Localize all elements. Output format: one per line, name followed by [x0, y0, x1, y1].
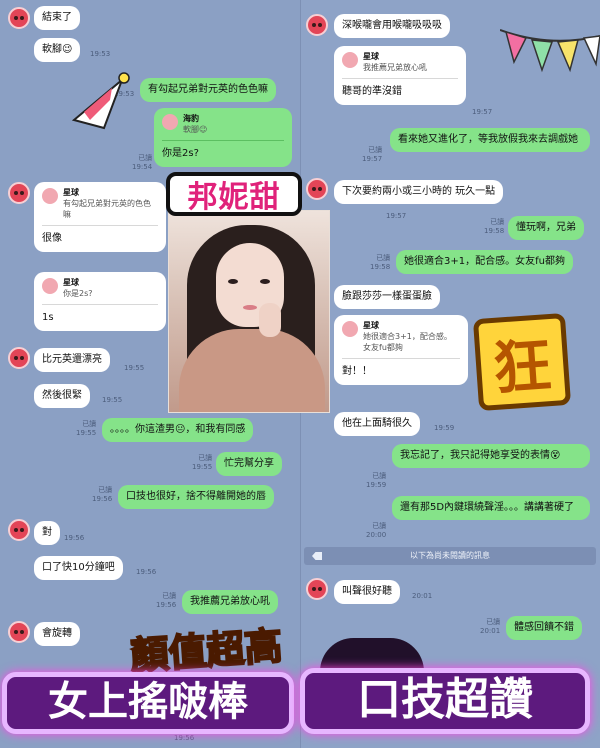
message-bubble[interactable]: 體感回饋不錯: [506, 616, 582, 640]
read-receipt: 已讀 20:00: [366, 522, 387, 539]
quoted-text: 她很適合3+1，配合感。女友fu都夠: [363, 332, 452, 352]
caption-skill: 口技超讚: [300, 668, 590, 734]
reply-bubble[interactable]: 星球我推薦兄弟放心吼 聽哥的準沒錯: [334, 46, 466, 105]
profile-photo: [168, 210, 330, 413]
timestamp: 19:57: [386, 212, 407, 220]
read-receipt: 已讀 19:55: [76, 420, 97, 437]
avatar[interactable]: [306, 578, 328, 600]
read-receipt: 已讀 19:59: [366, 472, 387, 489]
crazy-badge: 狂: [472, 312, 572, 412]
avatar: [42, 188, 58, 204]
read-receipt: 已讀 19:56: [92, 486, 113, 503]
quoted-sender: 星球: [363, 52, 379, 61]
quoted-text: 你是2s?: [63, 289, 93, 298]
quoted-sender: 星球: [363, 321, 379, 330]
message-bubble[interactable]: 忙完幫分享: [216, 452, 282, 476]
quoted-text: 我推薦兄弟放心吼: [363, 63, 427, 72]
avatar: [162, 114, 178, 130]
message-bubble[interactable]: 。。。。你這渣男😐，和我有同感: [102, 418, 254, 442]
quoted-message: 星球你是2s?: [42, 278, 158, 305]
timestamp: 19:55: [124, 364, 145, 372]
message-bubble[interactable]: 比元英還漂亮: [34, 348, 110, 372]
read-receipt: 已讀 19:55: [192, 454, 213, 471]
avatar: [342, 321, 358, 337]
read-receipt: 已讀 19:58: [370, 254, 391, 271]
read-receipt: 已讀 19:56: [156, 592, 177, 609]
timestamp: 19:53: [90, 50, 111, 58]
quoted-message: 海豹軟腳😉: [162, 114, 284, 141]
avatar: [42, 278, 58, 294]
avatar[interactable]: [8, 621, 30, 643]
read-receipt: 已讀 20:01: [480, 618, 501, 635]
message-bubble[interactable]: 懂玩啊，兄弟: [508, 216, 584, 240]
avatar[interactable]: [8, 182, 30, 204]
timestamp: 19:57: [472, 108, 493, 116]
read-receipt: 已讀 19:54: [132, 154, 153, 171]
avatar[interactable]: [8, 519, 30, 541]
message-bubble[interactable]: 口技也很好，捨不得離開她的唇: [118, 485, 274, 509]
message-bubble[interactable]: 還有那5D內鍵環繞聲淫。。。講講著硬了: [392, 496, 590, 520]
message-bubble[interactable]: 然後很緊: [34, 384, 90, 408]
message-bubble[interactable]: 會旋轉: [34, 622, 80, 646]
message-bubble[interactable]: 我忘記了，我只記得她享受的表情😵: [392, 444, 590, 468]
quoted-text: 有勾起兄弟對元英的色色嘛: [63, 199, 151, 219]
quoted-sender: 海豹: [183, 114, 199, 123]
timestamp: 19:56: [174, 734, 195, 742]
avatar[interactable]: [8, 347, 30, 369]
bunting-flags-icon: [500, 29, 600, 73]
message-text: 很像: [42, 233, 62, 244]
timestamp: 19:56: [136, 568, 157, 576]
message-bubble[interactable]: 叫聲很好聽: [334, 580, 400, 604]
avatar[interactable]: [306, 14, 328, 36]
back-arrow-icon[interactable]: [312, 552, 322, 560]
message-bubble[interactable]: 他在上面騎很久: [334, 412, 420, 436]
message-bubble[interactable]: 臉跟莎莎一樣蛋蛋臉: [334, 285, 440, 309]
quoted-message: 星球有勾起兄弟對元英的色色嘛: [42, 188, 158, 226]
timestamp: 20:01: [412, 592, 433, 600]
reply-bubble[interactable]: 海豹軟腳😉 你是2s?: [154, 108, 292, 167]
message-bubble[interactable]: 我推薦兄弟放心吼: [182, 590, 278, 614]
unread-divider-label: 以下為尚未閱讀的訊息: [410, 551, 490, 560]
caption-position: 女上搖啵棒: [2, 672, 294, 734]
message-bubble[interactable]: 有勾起兄弟對元英的色色嘛: [140, 78, 276, 102]
message-bubble[interactable]: 結束了: [34, 6, 80, 30]
message-bubble[interactable]: 深喉嚨會用喉嚨吸吸吸: [334, 14, 450, 38]
message-bubble[interactable]: 下次要約兩小或三小時的 玩久一點: [334, 180, 504, 204]
message-bubble[interactable]: 口了快10分鐘吧: [34, 556, 123, 580]
party-hat-icon: [71, 72, 130, 130]
quoted-sender: 星球: [63, 188, 79, 197]
message-text: 你是2s?: [162, 148, 199, 159]
timestamp: 19:56: [64, 534, 85, 542]
timestamp: 19:59: [434, 424, 455, 432]
quoted-message: 星球我推薦兄弟放心吼: [342, 52, 458, 79]
message-bubble[interactable]: 軟腳😉: [34, 38, 81, 62]
quoted-sender: 星球: [63, 278, 79, 287]
quoted-message: 星球她很適合3+1，配合感。女友fu都夠: [342, 321, 460, 359]
unread-divider: 以下為尚未閱讀的訊息: [304, 547, 596, 565]
avatar[interactable]: [306, 178, 328, 200]
read-receipt: 已讀 19:58: [484, 218, 505, 235]
message-text: 聽哥的準沒錯: [342, 86, 402, 97]
timestamp: 19:55: [102, 396, 123, 404]
message-text: 1s: [42, 312, 54, 323]
message-bubble[interactable]: 看來她又進化了，等我放假我來去調戲她: [390, 128, 590, 152]
avatar: [342, 52, 358, 68]
message-text: 對！！: [342, 366, 372, 377]
avatar[interactable]: [8, 7, 30, 29]
name-tag: 邦妮甜: [166, 172, 302, 216]
reply-bubble[interactable]: 星球她很適合3+1，配合感。女友fu都夠 對！！: [334, 315, 468, 385]
message-bubble[interactable]: 對: [34, 521, 60, 545]
reply-bubble[interactable]: 星球你是2s? 1s: [34, 272, 166, 331]
message-bubble[interactable]: 她很適合3+1，配合感。女友fu都夠: [396, 250, 573, 274]
reply-bubble[interactable]: 星球有勾起兄弟對元英的色色嘛 很像: [34, 182, 166, 252]
read-receipt: 已讀 19:57: [362, 146, 383, 163]
quoted-text: 軟腳😉: [183, 125, 208, 134]
